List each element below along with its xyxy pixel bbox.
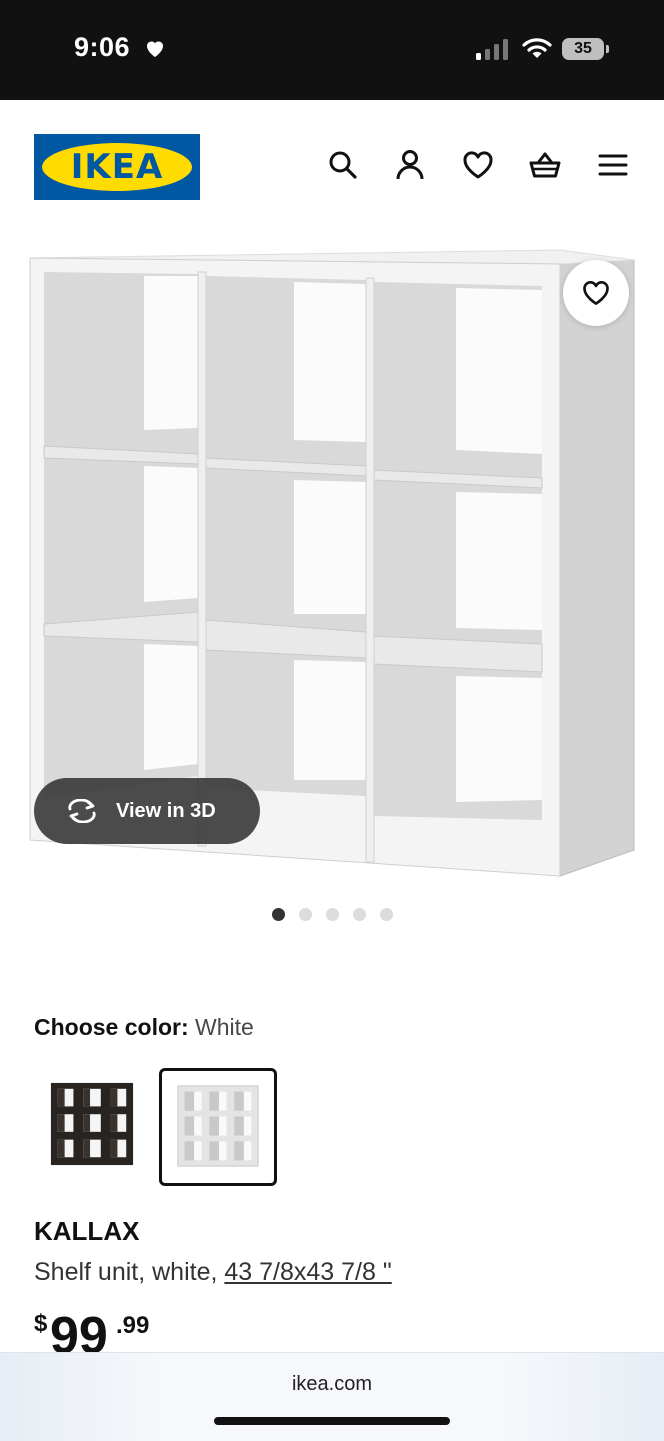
color-value: White (195, 1014, 254, 1040)
product-name: KALLAX (34, 1216, 140, 1246)
black-brown-shelf-thumbnail (50, 1082, 134, 1166)
product-description-text: Shelf unit, white, (34, 1258, 218, 1286)
carousel-dots (0, 908, 664, 924)
cart-icon[interactable] (528, 148, 562, 182)
wifi-icon (522, 36, 552, 60)
menu-icon[interactable] (596, 148, 630, 182)
status-time: 9:06 (74, 32, 131, 62)
browser-address-bar: ikea.com (0, 1352, 664, 1441)
logo-text: IKEA (70, 147, 164, 187)
product-description: Shelf unit, white, 43 7/8x43 7/8 " (34, 1258, 392, 1287)
rotate-3d-icon (68, 799, 96, 823)
color-label: Choose color: (34, 1014, 189, 1040)
home-indicator[interactable] (214, 1417, 450, 1425)
color-swatch-white[interactable] (159, 1068, 277, 1186)
color-picker-heading: Choose color: White (34, 1014, 254, 1041)
search-icon[interactable] (326, 148, 360, 182)
status-bar: 9:06 35 (0, 0, 664, 100)
view-in-3d-button[interactable]: View in 3D (34, 778, 260, 844)
carousel-dot-4[interactable] (353, 908, 366, 921)
heart-outline-icon (583, 281, 609, 305)
signal-icon (474, 38, 510, 60)
price-currency: $ (34, 1310, 48, 1337)
price-decimal: .99 (116, 1312, 150, 1339)
white-shelf-thumbnail (177, 1085, 259, 1167)
product-gallery[interactable]: View in 3D (0, 230, 664, 890)
site-header: IKEA (0, 100, 664, 230)
heart-icon (143, 36, 167, 60)
ikea-logo[interactable]: IKEA (34, 134, 200, 200)
wishlist-icon[interactable] (461, 148, 495, 182)
add-to-wishlist-button[interactable] (563, 260, 629, 326)
account-icon[interactable] (393, 148, 427, 182)
battery-icon: 35 (562, 38, 604, 60)
view-in-3d-label: View in 3D (116, 799, 216, 822)
color-swatch-black-brown[interactable] (34, 1068, 148, 1182)
url-text[interactable]: ikea.com (0, 1373, 664, 1396)
battery-tip (606, 45, 609, 53)
carousel-dot-1[interactable] (272, 908, 285, 921)
carousel-dot-2[interactable] (299, 908, 312, 921)
product-dimensions-link[interactable]: 43 7/8x43 7/8 " (224, 1258, 391, 1286)
carousel-dot-5[interactable] (380, 908, 393, 921)
carousel-dot-3[interactable] (326, 908, 339, 921)
